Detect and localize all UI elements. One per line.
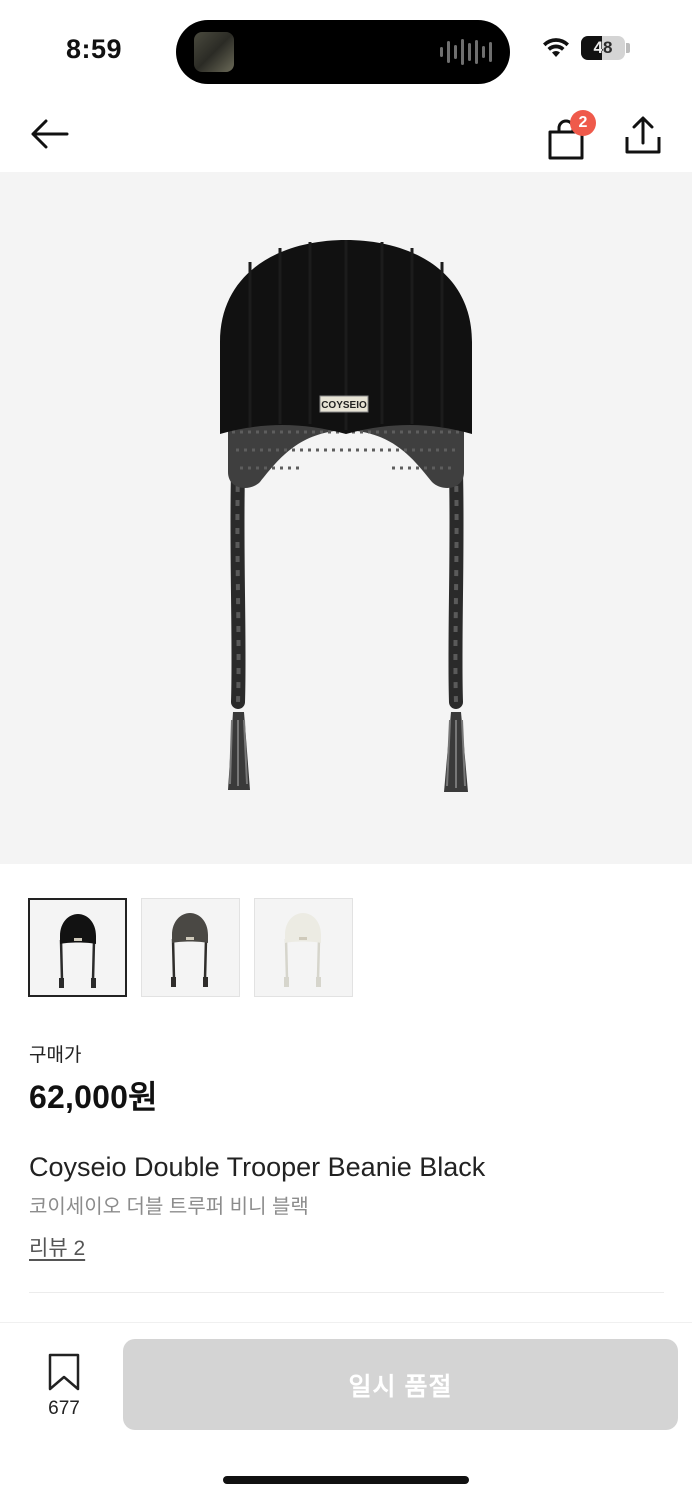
share-icon xyxy=(625,116,661,154)
status-icons: 48 xyxy=(541,36,630,60)
bookmark-count: 677 xyxy=(48,1398,80,1419)
variant-thumbnail[interactable] xyxy=(141,898,240,997)
beanie-illustration: COYSEIO xyxy=(220,240,472,792)
cart-button[interactable]: 2 xyxy=(540,108,596,160)
bookmark-icon xyxy=(48,1353,80,1391)
status-time: 8:59 xyxy=(66,34,123,64)
battery-cap xyxy=(626,43,630,53)
variant-thumbnail[interactable] xyxy=(28,898,127,997)
cart-count-badge: 2 xyxy=(570,110,596,136)
price-label: 구매가 xyxy=(29,1045,82,1066)
battery-icon: 48 xyxy=(581,36,625,60)
product-title-ko: 코이세이오 더블 트루퍼 비니 블랙 xyxy=(29,1196,309,1218)
beanie-thumbnail-image xyxy=(171,913,208,987)
audio-waveform-icon xyxy=(440,38,492,66)
back-arrow-icon xyxy=(31,119,69,149)
nav-bar: 2 xyxy=(0,100,692,170)
price: 62,000원 xyxy=(29,1079,158,1115)
beanie-thumbnail-image xyxy=(59,914,96,988)
status-bar: 8:59 48 xyxy=(0,0,692,100)
wifi-icon xyxy=(543,38,569,57)
dynamic-island xyxy=(176,20,510,84)
bottom-action-bar: 677 일시 품절 xyxy=(0,1322,692,1500)
now-playing-artwork xyxy=(194,32,234,72)
bookmark-button[interactable]: 677 xyxy=(38,1353,90,1419)
hat-logo-label: COYSEIO xyxy=(321,400,367,411)
product-image[interactable]: COYSEIO xyxy=(0,172,692,864)
share-button[interactable] xyxy=(618,110,668,160)
home-indicator xyxy=(223,1476,469,1484)
review-link[interactable]: 리뷰 2 xyxy=(29,1232,85,1262)
variant-thumbnails xyxy=(28,898,353,997)
divider xyxy=(29,1292,664,1293)
beanie-thumbnail-image xyxy=(284,913,321,987)
sold-out-button[interactable]: 일시 품절 xyxy=(123,1339,678,1430)
variant-thumbnail[interactable] xyxy=(254,898,353,997)
product-title-en: Coyseio Double Trooper Beanie Black xyxy=(29,1152,486,1182)
back-button[interactable] xyxy=(24,112,74,156)
battery-level: 48 xyxy=(593,38,613,57)
